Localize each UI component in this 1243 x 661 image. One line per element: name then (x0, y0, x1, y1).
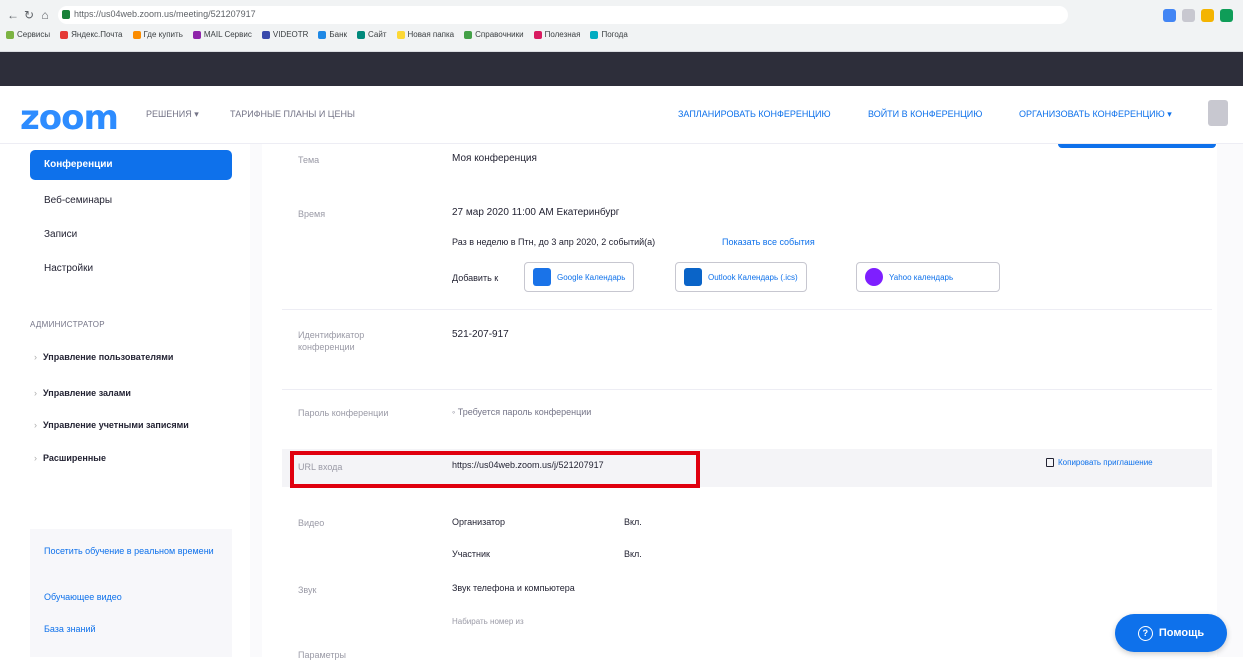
show-all-occurrences-link[interactable]: Показать все события (722, 237, 815, 247)
divider (282, 309, 1212, 310)
nav-schedule[interactable]: ЗАПЛАНИРОВАТЬ КОНФЕРЕНЦИЮ (678, 109, 831, 119)
question-icon: ? (1137, 625, 1153, 641)
meeting-id-label: Идентификатор конференции (298, 330, 365, 352)
video-participant-label: Участник (452, 549, 490, 559)
main-content: Тема Моя конференция Время 27 мар 2020 1… (250, 144, 1243, 660)
video-tutorials-link[interactable]: Обучающее видео (44, 591, 122, 604)
sidebar-item-room-management[interactable]: › Управление залами (34, 388, 131, 398)
sidebar-item-advanced[interactable]: › Расширенные (34, 453, 106, 463)
copy-icon (1046, 458, 1054, 467)
extension-icon[interactable] (1201, 9, 1214, 22)
bookmark-item[interactable]: MAIL Сервис (192, 30, 252, 39)
sidebar-item-account-management[interactable]: › Управление учетными записями (34, 420, 189, 430)
sidebar-item-settings[interactable]: Настройки (44, 263, 93, 274)
learning-links-box: Посетить обучение в реальном времени Обу… (30, 529, 232, 657)
nav-join[interactable]: ВОЙТИ В КОНФЕРЕНЦИЮ (868, 109, 982, 119)
bookmark-item[interactable]: Банк (318, 30, 347, 39)
options-label: Параметры (298, 650, 346, 660)
dial-in-text: Набирать номер из (452, 617, 524, 626)
video-participant-value: Вкл. (624, 549, 642, 559)
yahoo-calendar-button[interactable]: Yahoo календарь (856, 262, 1000, 292)
home-icon[interactable]: ⌂ (38, 8, 52, 22)
bookmark-item[interactable]: Новая папка (396, 30, 454, 39)
extension-icon[interactable] (1220, 9, 1233, 22)
bookmark-item[interactable]: Справочники (464, 30, 524, 39)
bookmark-item[interactable]: Сервисы (6, 30, 50, 39)
sidebar-item-recordings[interactable]: Записи (44, 229, 77, 240)
outlook-icon (684, 268, 702, 286)
video-host-value: Вкл. (624, 517, 642, 527)
meeting-details-panel: Тема Моя конференция Время 27 мар 2020 1… (262, 144, 1217, 660)
time-value: 27 мар 2020 11:00 AM Екатеринбург (452, 207, 620, 218)
time-label: Время (298, 209, 326, 219)
bookmark-item[interactable]: Полезная (533, 30, 580, 39)
google-calendar-button[interactable]: Google Календарь (524, 262, 635, 292)
audio-value: Звук телефона и компьютера (452, 583, 575, 593)
nav-plans[interactable]: ТАРИФНЫЕ ПЛАНЫ И ЦЕНЫ (230, 109, 355, 119)
bookmark-item[interactable]: VIDEOTR (261, 30, 308, 39)
bookmark-item[interactable]: Сайт (357, 30, 387, 39)
zoom-logo[interactable]: zoom (20, 98, 119, 138)
highlight-box (290, 451, 700, 488)
copy-invitation-link[interactable]: Копировать приглашение (1046, 458, 1153, 467)
nav-host[interactable]: ОРГАНИЗОВАТЬ КОНФЕРЕНЦИЮ ▾ (1019, 109, 1172, 120)
extension-icon[interactable] (1163, 9, 1176, 22)
lock-icon (62, 10, 70, 19)
topic-label: Тема (298, 155, 320, 165)
password-value: ◦ Требуется пароль конференции (452, 407, 592, 417)
url-text[interactable]: https://us04web.zoom.us/meeting/52120791… (74, 9, 256, 19)
sidebar-item-user-management[interactable]: › Управление пользователями (34, 352, 173, 362)
browser-chrome: ← ↻ ⌂ https://us04web.zoom.us/meeting/52… (0, 0, 1243, 52)
sidebar-item-label: Конференции (44, 159, 113, 170)
audio-label: Звук (298, 585, 317, 595)
extension-icon[interactable] (1182, 9, 1195, 22)
sidebar-item-meetings[interactable]: Конференции (30, 150, 232, 180)
recurrence-text: Раз в неделю в Птн, до 3 апр 2020, 2 соб… (452, 237, 656, 247)
password-label: Пароль конференции (298, 408, 389, 418)
google-calendar-icon (533, 268, 551, 286)
back-icon[interactable]: ← (6, 8, 20, 22)
sidebar: Конференции Веб-семинары Записи Настройк… (0, 144, 250, 657)
extension-icons (1163, 9, 1233, 22)
nav-solutions[interactable]: РЕШЕНИЯ ▾ (146, 109, 199, 120)
live-training-link[interactable]: Посетить обучение в реальном времени (44, 545, 214, 558)
add-to-label: Добавить к (452, 273, 499, 283)
bookmarks-bar: Сервисы Яндекс.Почта Где купить MAIL Сер… (6, 30, 628, 39)
edit-button[interactable] (1058, 144, 1216, 148)
outlook-calendar-button[interactable]: Outlook Календарь (.ics) (675, 262, 807, 292)
reload-icon[interactable]: ↻ (22, 8, 36, 22)
top-banner (0, 52, 1243, 86)
zoom-header: zoom РЕШЕНИЯ ▾ ТАРИФНЫЕ ПЛАНЫ И ЦЕНЫ ЗАП… (0, 86, 1243, 144)
bookmark-item[interactable]: Где купить (132, 30, 183, 39)
video-label: Видео (298, 518, 325, 528)
bookmark-item[interactable]: Яндекс.Почта (60, 30, 123, 39)
knowledge-base-link[interactable]: База знаний (44, 623, 96, 636)
help-button[interactable]: ? Помощь (1115, 614, 1227, 652)
video-host-label: Организатор (452, 517, 506, 527)
divider (282, 389, 1212, 390)
avatar[interactable] (1208, 100, 1228, 126)
admin-section-title: АДМИНИСТРАТОР (30, 320, 105, 329)
meeting-id-value: 521-207-917 (452, 329, 509, 340)
bookmark-item[interactable]: Погода (590, 30, 628, 39)
sidebar-item-webinars[interactable]: Веб-семинары (44, 195, 112, 206)
yahoo-icon (865, 268, 883, 286)
topic-value: Моя конференция (452, 153, 537, 164)
